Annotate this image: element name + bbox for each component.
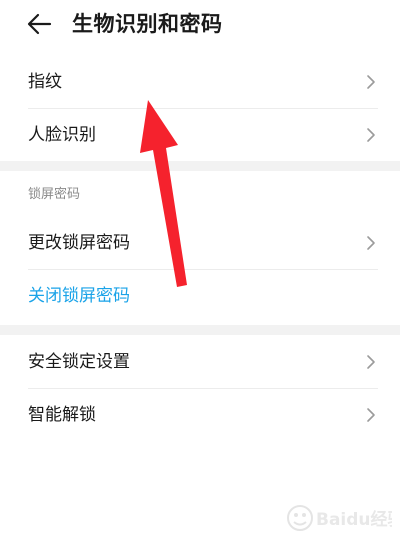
back-button[interactable] [26, 10, 54, 38]
baidu-jingyan-watermark: Baidu经验 [287, 505, 392, 531]
chevron-right-icon [367, 75, 375, 89]
change-lock-password-label: 更改锁屏密码 [28, 233, 130, 253]
section-title-lock-screen: 锁屏密码 [28, 187, 81, 202]
disable-lock-password-row[interactable]: 关闭锁屏密码 [0, 270, 400, 322]
section-separator [0, 325, 400, 335]
disable-lock-password-label: 关闭锁屏密码 [28, 286, 130, 306]
chevron-right-icon [367, 128, 375, 142]
section-separator [0, 161, 400, 171]
chevron-right-icon [367, 355, 375, 369]
page-title: 生物识别和密码 [72, 12, 223, 36]
watermark-text: Baidu经验 [316, 509, 392, 530]
security-lock-settings-row[interactable]: 安全锁定设置 [0, 336, 400, 388]
header-bar: 生物识别和密码 [0, 0, 400, 50]
face-recognition-label: 人脸识别 [28, 125, 96, 145]
smart-unlock-row[interactable]: 智能解锁 [0, 389, 400, 441]
settings-page: 生物识别和密码 指纹 人脸识别 锁屏密码 更改锁屏密码 关闭锁屏密码 安全锁定设… [0, 0, 400, 550]
security-lock-settings-label: 安全锁定设置 [28, 352, 130, 372]
smart-unlock-label: 智能解锁 [28, 405, 96, 425]
chevron-right-icon [367, 236, 375, 250]
face-recognition-row[interactable]: 人脸识别 [0, 109, 400, 161]
chevron-right-icon [367, 408, 375, 422]
fingerprint-label: 指纹 [28, 72, 62, 92]
arrow-left-icon [27, 13, 52, 35]
change-lock-password-row[interactable]: 更改锁屏密码 [0, 217, 400, 269]
fingerprint-row[interactable]: 指纹 [0, 56, 400, 108]
